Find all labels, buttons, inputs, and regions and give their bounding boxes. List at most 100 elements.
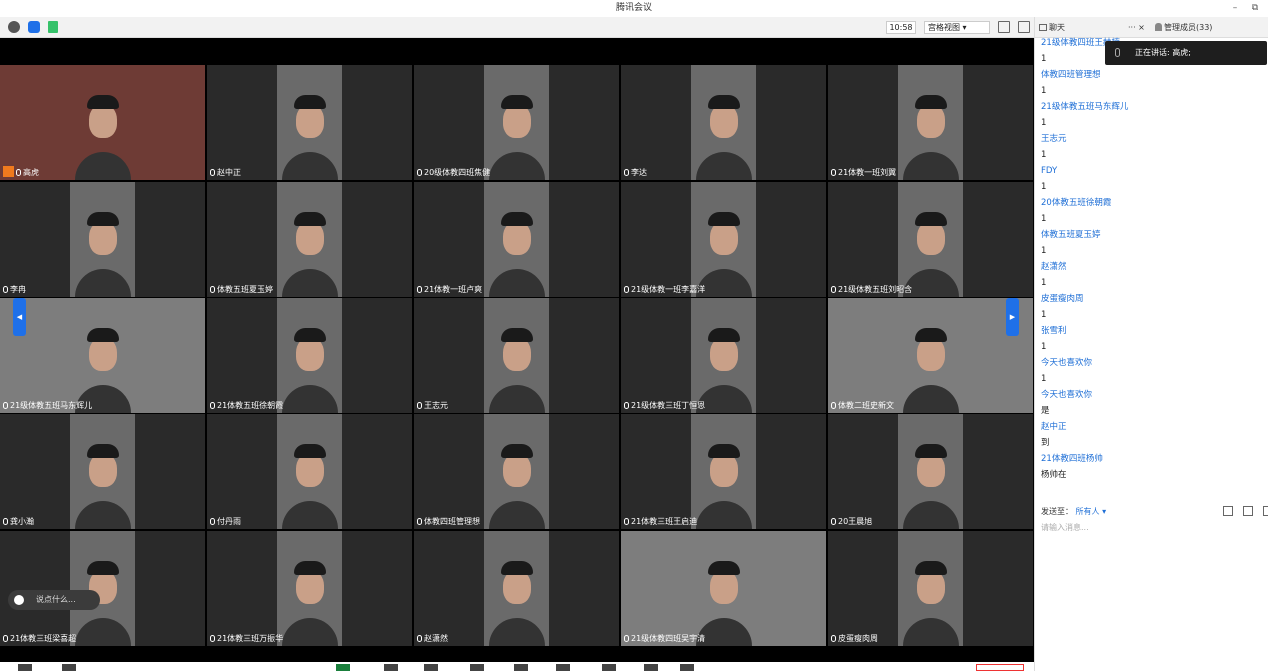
reaction-button[interactable] <box>556 664 570 671</box>
participant-tile[interactable]: 21体教三班梁喜超 <box>0 531 205 646</box>
chat-sender[interactable]: 体教五班夏玉婷 <box>1041 227 1267 243</box>
info-icon[interactable] <box>8 21 20 33</box>
participant-name-text: 21级体教三班丁恒恩 <box>631 401 706 410</box>
chat-sender[interactable]: 体教四班管理想 <box>1041 67 1267 83</box>
video-feed <box>277 414 342 529</box>
chat-sender[interactable]: 21体教四班杨帅 <box>1041 451 1267 467</box>
chat-icon <box>1039 24 1047 31</box>
fullscreen-icon[interactable] <box>998 21 1010 33</box>
camera-button[interactable] <box>62 664 76 671</box>
chat-sender[interactable]: 今天也喜欢你 <box>1041 387 1267 403</box>
signal-icon[interactable] <box>48 21 58 33</box>
chat-sender[interactable]: 张雪利 <box>1041 323 1267 339</box>
send-to[interactable]: 发送至： 所有人 ▾ <box>1041 506 1106 517</box>
restore-button[interactable]: ⧉ <box>1246 0 1264 17</box>
video-grid: 高虎 赵中正 20级体教四班焦健 李达 21体教一班刘翼李冉 体教五班夏玉婷 21体教一班卢… <box>0 38 1034 671</box>
chat-sender[interactable]: 21级体教五班马东辉儿 <box>1041 99 1267 115</box>
sidebar-toggle-icon[interactable] <box>1018 21 1030 33</box>
participant-tile[interactable]: 21体教一班刘翼 <box>828 65 1033 180</box>
minimize-button[interactable]: – <box>1226 0 1244 17</box>
chat-sender[interactable]: 皮蛋瘦肉周 <box>1041 291 1267 307</box>
video-feed <box>277 531 342 646</box>
mic-icon <box>624 286 629 293</box>
file-icon[interactable] <box>1223 506 1233 516</box>
participant-tile[interactable]: 21级体教三班丁恒恩 <box>621 298 826 413</box>
video-feed <box>484 65 549 180</box>
chat-sender[interactable]: 今天也喜欢你 <box>1041 355 1267 371</box>
participant-tile[interactable]: 龚小瀚 <box>0 414 205 529</box>
participant-name-text: 21级体教五班刘昭含 <box>838 285 913 294</box>
participant-tile[interactable]: 21体教五班徐朝霞 <box>207 298 412 413</box>
mic-icon <box>1115 48 1120 57</box>
participant-tile[interactable]: 21体教一班卢爽 <box>414 182 619 297</box>
quick-chat-input[interactable]: 说点什么... <box>8 590 100 610</box>
participant-tile[interactable]: 李冉 <box>0 182 205 297</box>
participant-tile[interactable]: 21体教三班万振华 <box>207 531 412 646</box>
participant-tile[interactable]: 20级体教四班焦健 <box>414 65 619 180</box>
mic-button[interactable] <box>18 664 32 671</box>
participant-tile[interactable]: 21级体教五班马东辉儿 <box>0 298 205 413</box>
participant-tile[interactable]: 21级体教四班吴宇清 <box>621 531 826 646</box>
chat-sender[interactable]: 20体教五班徐朝霞 <box>1041 195 1267 211</box>
chat-sender[interactable]: FDY <box>1041 163 1267 179</box>
mic-icon <box>3 518 8 525</box>
participant-tile[interactable]: 21级体教五班刘昭含 <box>828 182 1033 297</box>
chat-sender[interactable]: 赵中正 <box>1041 419 1267 435</box>
participant-tile[interactable]: 赵潇然 <box>414 531 619 646</box>
participant-tile[interactable]: 21级体教一班李嘉洋 <box>621 182 826 297</box>
participant-tile[interactable]: 体教四班管理想 <box>414 414 619 529</box>
emoji-icon[interactable] <box>14 595 24 605</box>
video-feed <box>70 182 135 297</box>
chat-button[interactable] <box>470 664 484 671</box>
participant-tile[interactable]: 21体教三班王启迪 <box>621 414 826 529</box>
person-body <box>74 269 131 297</box>
prev-page-button[interactable]: ◀ <box>13 298 26 336</box>
participant-name: 赵中正 <box>210 167 241 179</box>
participant-tile[interactable]: 高虎 <box>0 65 205 180</box>
person-face <box>502 221 531 256</box>
person-hair <box>293 211 326 226</box>
participant-tile[interactable]: 王志元 <box>414 298 619 413</box>
meeting-clock: 10:58 <box>886 21 916 34</box>
participant-tile[interactable]: 赵中正 <box>207 65 412 180</box>
record-button[interactable] <box>514 664 528 671</box>
chat-sender[interactable]: 王志元 <box>1041 131 1267 147</box>
members-button[interactable] <box>424 664 438 671</box>
share-screen-button[interactable] <box>336 664 350 671</box>
chat-message-text: 1 <box>1041 310 1047 320</box>
participant-name: 20级体教四班焦健 <box>417 167 490 179</box>
person-body <box>902 618 959 646</box>
more-button[interactable] <box>680 664 694 671</box>
send-to-dropdown[interactable]: 所有人 ▾ <box>1076 507 1107 516</box>
participant-tile[interactable]: 付丹雨 <box>207 414 412 529</box>
participant-tile[interactable]: 皮蛋瘦肉周 <box>828 531 1033 646</box>
participant-tile[interactable]: 体教二班史新文 <box>828 298 1033 413</box>
message-input[interactable]: 请输入消息... <box>1041 522 1089 533</box>
participant-name: 21体教一班卢爽 <box>417 284 482 296</box>
participant-name-text: 付丹雨 <box>217 517 241 526</box>
invite-button[interactable] <box>384 664 398 671</box>
participant-name-text: 21体教五班徐朝霞 <box>217 401 284 410</box>
participant-name-text: 高虎 <box>23 168 39 177</box>
video-feed <box>484 414 549 529</box>
person-face <box>502 104 531 139</box>
participant-name: 21体教三班梁喜超 <box>3 633 76 645</box>
participant-name: 21体教三班万振华 <box>210 633 283 645</box>
shield-icon[interactable] <box>28 21 40 33</box>
apps-button[interactable] <box>602 664 616 671</box>
leave-meeting-button[interactable] <box>976 664 1024 671</box>
person-icon <box>1155 23 1162 31</box>
participant-tile[interactable]: 20王晨旭 <box>828 414 1033 529</box>
user-icon[interactable] <box>1263 506 1268 516</box>
grid-view-dropdown[interactable]: 宫格视图 ▾ <box>924 21 990 34</box>
screenshot-icon[interactable] <box>1243 506 1253 516</box>
next-page-button[interactable]: ▶ <box>1006 298 1019 336</box>
participant-tile[interactable]: 体教五班夏玉婷 <box>207 182 412 297</box>
chat-message-text: 是 <box>1041 406 1050 416</box>
participant-tile[interactable]: 李达 <box>621 65 826 180</box>
settings-button[interactable] <box>644 664 658 671</box>
mic-icon <box>831 169 836 176</box>
chat-sender[interactable]: 赵潇然 <box>1041 259 1267 275</box>
person-face <box>502 337 531 372</box>
person-body <box>281 152 338 180</box>
